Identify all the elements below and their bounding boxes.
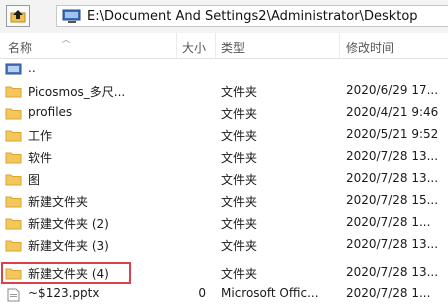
list-item[interactable]: 图 文件夹 2020/7/28 13...	[0, 168, 448, 190]
folder-icon	[5, 174, 22, 186]
parent-folder-icon	[5, 63, 22, 75]
folder-icon	[5, 108, 22, 120]
sort-up-icon: ︿	[62, 35, 70, 44]
list-item[interactable]: 新建文件夹 文件夹 2020/7/28 15...	[0, 190, 448, 212]
item-date: 2020/5/21 9:52	[346, 127, 439, 141]
item-name: ~$123.pptx	[28, 286, 100, 300]
up-arrow-icon	[10, 10, 26, 23]
item-date: 2020/7/28 13...	[346, 265, 439, 279]
column-size[interactable]: 大小	[182, 39, 206, 56]
item-name: 工作	[28, 129, 53, 143]
column-type[interactable]: 类型	[221, 39, 245, 56]
item-type: 文件夹	[221, 85, 258, 99]
column-divider[interactable]	[176, 33, 177, 58]
folder-icon	[5, 130, 22, 142]
toolbar: E:\Document And Settings2\Administrator\…	[0, 0, 448, 34]
item-name: 新建文件夹 (3)	[28, 239, 109, 253]
item-type: 文件夹	[221, 129, 258, 143]
column-divider[interactable]	[339, 33, 340, 58]
list-item[interactable]: profiles 文件夹 2020/4/21 9:46	[0, 102, 448, 124]
folder-icon	[5, 240, 22, 252]
list-item[interactable]: Picosmos_多尺... 文件夹 2020/6/29 17...	[0, 80, 448, 102]
folder-icon	[5, 86, 22, 98]
item-name: Picosmos_多尺...	[28, 85, 126, 99]
list-item[interactable]: 软件 文件夹 2020/7/28 13...	[0, 146, 448, 168]
column-divider[interactable]	[215, 33, 216, 58]
up-folder-button[interactable]	[6, 5, 30, 27]
item-date: 2020/7/28 15...	[346, 193, 439, 207]
item-date: 2020/7/28 1...	[346, 286, 431, 300]
item-type: 文件夹	[221, 151, 258, 165]
computer-icon	[62, 9, 81, 23]
column-modified[interactable]: 修改时间	[346, 39, 394, 56]
item-date: 2020/7/28 1...	[346, 215, 431, 229]
item-type: 文件夹	[221, 217, 258, 231]
list-item[interactable]: 新建文件夹 (2) 文件夹 2020/7/28 1...	[0, 212, 448, 234]
item-date: 2020/4/21 9:46	[346, 105, 439, 119]
item-name: 软件	[28, 151, 53, 165]
selection-highlight-box	[1, 262, 131, 284]
item-date: 2020/6/29 17...	[346, 83, 439, 97]
folder-icon	[5, 152, 22, 164]
item-type: 文件夹	[221, 239, 258, 253]
item-name: profiles	[28, 105, 73, 119]
item-date: 2020/7/28 13...	[346, 171, 439, 185]
item-type: Microsoft Offic...	[221, 286, 319, 300]
list-item[interactable]: ..	[0, 58, 448, 80]
item-name: ..	[28, 61, 36, 75]
address-bar[interactable]: E:\Document And Settings2\Administrator\…	[56, 5, 448, 27]
item-date: 2020/7/28 13...	[346, 149, 439, 163]
item-size: 0	[198, 286, 206, 300]
folder-icon	[5, 218, 22, 230]
list-item[interactable]: ~$123.pptx 0 Microsoft Offic... 2020/7/2…	[0, 284, 448, 306]
address-path: E:\Document And Settings2\Administrator\…	[87, 9, 418, 24]
document-icon	[7, 288, 20, 302]
item-date: 2020/7/28 13...	[346, 237, 439, 251]
item-type: 文件夹	[221, 267, 258, 281]
folder-icon	[5, 196, 22, 208]
item-type: 文件夹	[221, 107, 258, 121]
item-name: 图	[28, 173, 41, 187]
item-type: 文件夹	[221, 195, 258, 209]
item-name: 新建文件夹	[28, 195, 89, 209]
column-name[interactable]: 名称	[8, 39, 32, 56]
list-item[interactable]: 新建文件夹 (3) 文件夹 2020/7/28 13...	[0, 234, 448, 256]
item-type: 文件夹	[221, 173, 258, 187]
column-header: ︿ 名称 大小 类型 修改时间	[0, 33, 448, 59]
list-item[interactable]: 工作 文件夹 2020/5/21 9:52	[0, 124, 448, 146]
item-name: 新建文件夹 (2)	[28, 217, 109, 231]
